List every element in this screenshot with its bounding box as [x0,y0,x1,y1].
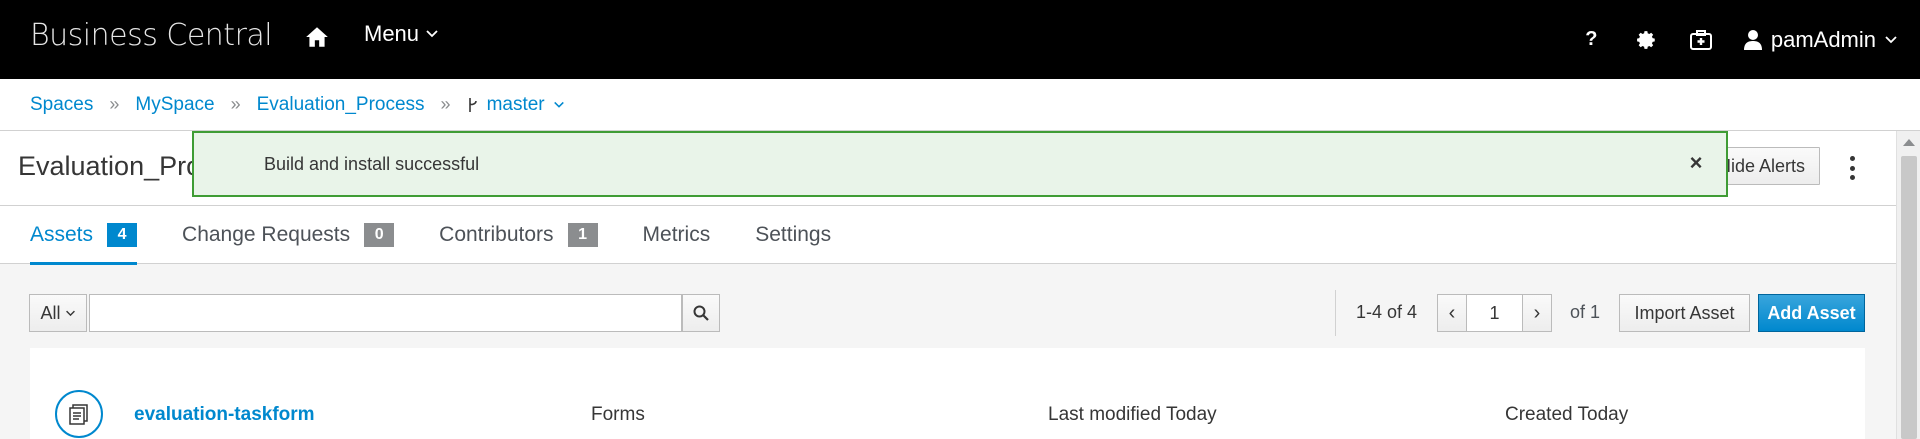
search-input[interactable] [89,294,682,332]
asset-type: Forms [591,404,645,425]
medkit-icon[interactable] [1674,0,1729,79]
breadcrumb-separator: » [440,94,451,114]
page-total: of 1 [1570,302,1601,322]
gear-icon[interactable] [1619,0,1674,79]
tab-label: Metrics [642,223,711,246]
list-item[interactable]: evaluation-taskform Forms Last modified … [30,348,1865,439]
brand-logo[interactable]: Business Central [30,18,273,53]
user-icon [1743,29,1762,50]
import-asset-button[interactable]: Import Asset [1619,294,1750,332]
tab-contributors[interactable]: Contributors 1 [439,206,598,264]
breadcrumb-spaces[interactable]: Spaces [30,94,93,116]
count-badge: 0 [364,223,395,247]
branch-name: master [486,93,545,115]
breadcrumb-separator: » [230,94,241,114]
toolbar-divider [1335,290,1336,336]
count-badge: 1 [567,223,598,247]
chevron-down-icon [426,30,438,38]
page-range: 1-4 of 4 [1356,302,1418,322]
tab-assets[interactable]: Assets 4 [30,206,138,265]
tab-label: Contributors [439,223,554,246]
scrollbar-thumb[interactable] [1901,156,1917,439]
next-page-button[interactable]: › [1522,294,1552,332]
home-icon[interactable] [304,24,330,50]
breadcrumb-myspace[interactable]: MySpace [135,94,214,116]
branch-icon [468,97,477,112]
filter-dropdown[interactable]: All [29,294,87,332]
form-icon [55,390,103,438]
chevron-down-icon [1885,35,1897,43]
tab-label: Change Requests [182,223,351,246]
kebab-menu-icon[interactable] [1840,153,1864,183]
filter-value: All [40,302,61,323]
tab-label: Settings [755,223,832,246]
scrollbar[interactable] [1896,131,1920,439]
breadcrumb-project[interactable]: Evaluation_Process [257,94,425,116]
alert-message: Build and install successful [264,153,480,174]
page-number-input[interactable] [1467,294,1522,332]
menu-dropdown[interactable]: Menu [364,21,439,47]
tab-settings[interactable]: Settings [755,206,831,264]
project-tabs: Assets 4 Change Requests 0 Contributors … [0,206,1896,265]
help-icon[interactable]: ? [1564,0,1619,79]
branch-selector[interactable]: master [467,94,565,116]
previous-page-button[interactable]: ‹ [1437,294,1467,332]
tab-change-requests[interactable]: Change Requests 0 [182,206,395,264]
close-icon[interactable]: × [1684,150,1708,175]
tab-metrics[interactable]: Metrics [643,206,711,264]
navbar-utilities: ? pamAdmin [1564,0,1920,79]
breadcrumb: Spaces » MySpace » Evaluation_Process » … [0,79,1920,131]
chevron-down-icon [553,101,564,108]
count-badge: 4 [107,223,138,247]
user-menu[interactable]: pamAdmin [1729,27,1920,53]
success-alert: Build and install successful × [192,131,1728,197]
chevron-down-icon [65,310,75,316]
top-navbar: Business Central Menu ? pamAdmin [0,0,1920,79]
add-asset-button[interactable]: Add Asset [1758,294,1865,332]
asset-toolbar: All 1-4 of 4 ‹ › of 1 Import Asset Add A… [0,265,1896,348]
search-button[interactable] [682,294,720,332]
scroll-up-arrow-icon[interactable] [1903,139,1915,146]
search-icon [693,305,709,321]
asset-list: evaluation-taskform Forms Last modified … [30,348,1865,439]
menu-label: Menu [364,21,420,46]
asset-created: Created Today [1505,404,1629,425]
asset-name-link[interactable]: evaluation-taskform [134,404,315,426]
tab-label: Assets [30,223,94,246]
asset-modified: Last modified Today [1048,404,1217,425]
user-name: pamAdmin [1770,26,1876,52]
breadcrumb-separator: » [109,94,120,114]
